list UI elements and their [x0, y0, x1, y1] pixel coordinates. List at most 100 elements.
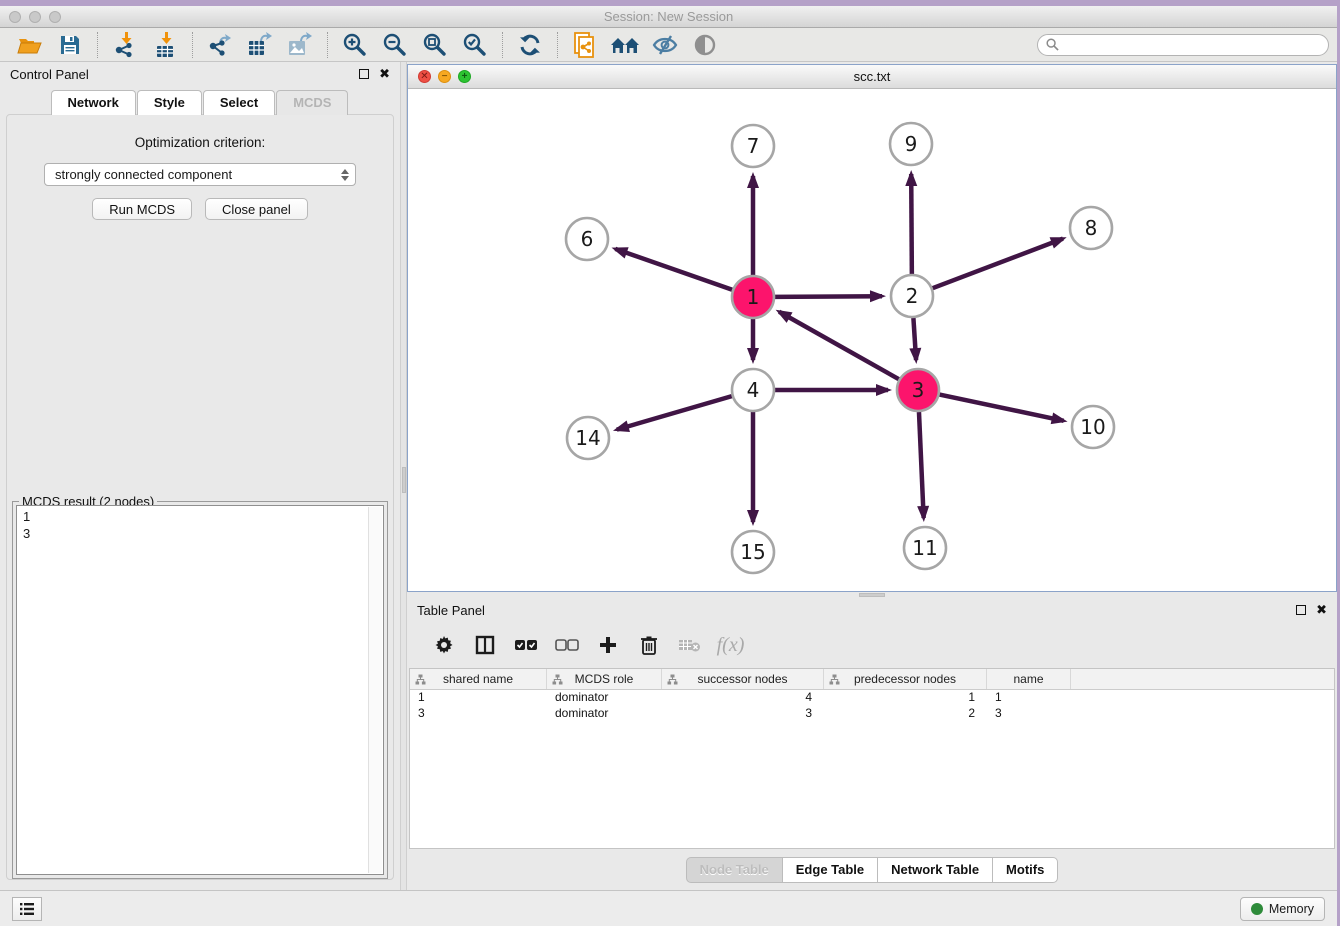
- splitter-handle[interactable]: [402, 467, 406, 493]
- function-builder-button[interactable]: f(x): [712, 629, 749, 661]
- edge-3-11[interactable]: [919, 412, 924, 518]
- table-row[interactable]: 1dominator411: [410, 690, 1334, 706]
- show-panels-button[interactable]: [12, 897, 42, 921]
- delete-table-icon: [678, 636, 702, 654]
- network-window-title: scc.txt: [854, 69, 891, 84]
- result-scrollbar[interactable]: [368, 507, 382, 873]
- show-all-networks-button[interactable]: [605, 30, 645, 60]
- optimization-criterion-label: Optimization criterion:: [135, 135, 266, 150]
- table-cell[interactable]: 3: [987, 706, 1071, 722]
- zoom-out-button[interactable]: [375, 30, 415, 60]
- float-panel-icon[interactable]: [359, 69, 369, 79]
- close-panel-icon[interactable]: ✖: [379, 69, 390, 79]
- network-window-titlebar[interactable]: ✕ − + scc.txt: [408, 65, 1336, 89]
- unselect-all-columns-button[interactable]: [548, 629, 585, 661]
- edge-2-3[interactable]: [913, 318, 916, 360]
- main-toolbar: [0, 28, 1337, 62]
- float-panel-icon[interactable]: [1296, 605, 1306, 615]
- table-cell[interactable]: 1: [987, 690, 1071, 706]
- table-body: 1dominator4113dominator323: [410, 690, 1334, 722]
- vertical-splitter[interactable]: [400, 62, 407, 890]
- edge-4-14[interactable]: [617, 396, 732, 429]
- control-panel: Control Panel ✖ NetworkStyleSelectMCDS O…: [0, 62, 400, 890]
- mcds-panel: Optimization criterion: strongly connect…: [6, 114, 394, 880]
- horizontal-splitter[interactable]: [407, 592, 1337, 598]
- delete-columns-icon: [639, 634, 659, 656]
- mcds-result-text[interactable]: 1 3: [16, 505, 384, 875]
- import-table-button[interactable]: [145, 30, 185, 60]
- column-header-name[interactable]: name: [987, 669, 1071, 689]
- table-cell[interactable]: 2: [824, 706, 987, 722]
- table-settings-button[interactable]: [425, 629, 462, 661]
- export-network-button[interactable]: [200, 30, 240, 60]
- open-file-button[interactable]: [10, 30, 50, 60]
- export-image-button[interactable]: [280, 30, 320, 60]
- edge-3-10[interactable]: [940, 395, 1064, 421]
- criterion-select[interactable]: strongly connected component: [44, 163, 356, 186]
- tab-select[interactable]: Select: [203, 90, 275, 115]
- export-table-button[interactable]: [240, 30, 280, 60]
- table-cell[interactable]: 4: [662, 690, 824, 706]
- node-table[interactable]: shared nameMCDS rolesuccessor nodesprede…: [409, 668, 1335, 849]
- column-header-predecessor-nodes[interactable]: predecessor nodes: [824, 669, 987, 689]
- new-network-button[interactable]: [565, 30, 605, 60]
- tab-network[interactable]: Network: [51, 90, 136, 115]
- network-graph[interactable]: 1234678910111415: [408, 89, 1336, 589]
- column-header-successor-nodes[interactable]: successor nodes: [662, 669, 824, 689]
- delete-columns-button[interactable]: [630, 629, 667, 661]
- zoom-in-icon: [342, 32, 368, 58]
- search-icon: [1046, 38, 1059, 51]
- add-column-button[interactable]: [589, 629, 626, 661]
- table-cell[interactable]: 1: [410, 690, 547, 706]
- zoom-window-icon[interactable]: [49, 11, 61, 23]
- minimize-window-icon[interactable]: [29, 11, 41, 23]
- edge-2-9[interactable]: [911, 174, 912, 274]
- refresh-button[interactable]: [510, 30, 550, 60]
- memory-button[interactable]: Memory: [1240, 897, 1325, 921]
- tab-edge-table[interactable]: Edge Table: [782, 857, 878, 883]
- close-panel-icon[interactable]: ✖: [1316, 605, 1327, 615]
- column-type-icon: [415, 674, 426, 685]
- close-window-icon[interactable]: [9, 11, 21, 23]
- table-row[interactable]: 3dominator323: [410, 706, 1334, 722]
- zoom-fit-button[interactable]: [415, 30, 455, 60]
- minimize-network-icon[interactable]: −: [438, 70, 451, 83]
- save-session-button[interactable]: [50, 30, 90, 60]
- table-cell[interactable]: 1: [824, 690, 987, 706]
- close-network-icon[interactable]: ✕: [418, 70, 431, 83]
- delete-table-button[interactable]: [671, 629, 708, 661]
- edge-1-2[interactable]: [775, 296, 882, 297]
- tab-style[interactable]: Style: [137, 90, 202, 115]
- criterion-selected-value: strongly connected component: [55, 167, 341, 182]
- edge-1-6[interactable]: [615, 249, 732, 290]
- tab-mcds[interactable]: MCDS: [276, 90, 348, 115]
- toolbar-separator: [502, 32, 503, 58]
- tab-network-table[interactable]: Network Table: [877, 857, 993, 883]
- table-cell[interactable]: dominator: [547, 690, 662, 706]
- import-network-button[interactable]: [105, 30, 145, 60]
- column-header-shared-name[interactable]: shared name: [410, 669, 547, 689]
- table-cell[interactable]: 3: [662, 706, 824, 722]
- network-canvas[interactable]: 1234678910111415: [408, 89, 1336, 591]
- hide-network-button[interactable]: [645, 30, 685, 60]
- column-header-MCDS-role[interactable]: MCDS role: [547, 669, 662, 689]
- zoom-selected-button[interactable]: [455, 30, 495, 60]
- table-toolbar: f(x): [407, 622, 1337, 668]
- table-cell[interactable]: 3: [410, 706, 547, 722]
- close-panel-button[interactable]: Close panel: [205, 198, 308, 220]
- search-box[interactable]: [1037, 34, 1329, 56]
- zoom-in-button[interactable]: [335, 30, 375, 60]
- maximize-network-icon[interactable]: +: [458, 70, 471, 83]
- node-label-4: 4: [747, 378, 760, 402]
- edge-2-8[interactable]: [933, 239, 1063, 289]
- select-all-columns-button[interactable]: [507, 629, 544, 661]
- search-input[interactable]: [1064, 38, 1320, 52]
- run-mcds-button[interactable]: Run MCDS: [92, 198, 192, 220]
- split-panel-button[interactable]: [466, 629, 503, 661]
- table-cell[interactable]: dominator: [547, 706, 662, 722]
- edge-3-1[interactable]: [779, 312, 899, 379]
- tab-motifs[interactable]: Motifs: [992, 857, 1058, 883]
- tab-node-table[interactable]: Node Table: [686, 857, 783, 883]
- splitter-handle[interactable]: [859, 593, 885, 597]
- show-network-button[interactable]: [685, 30, 725, 60]
